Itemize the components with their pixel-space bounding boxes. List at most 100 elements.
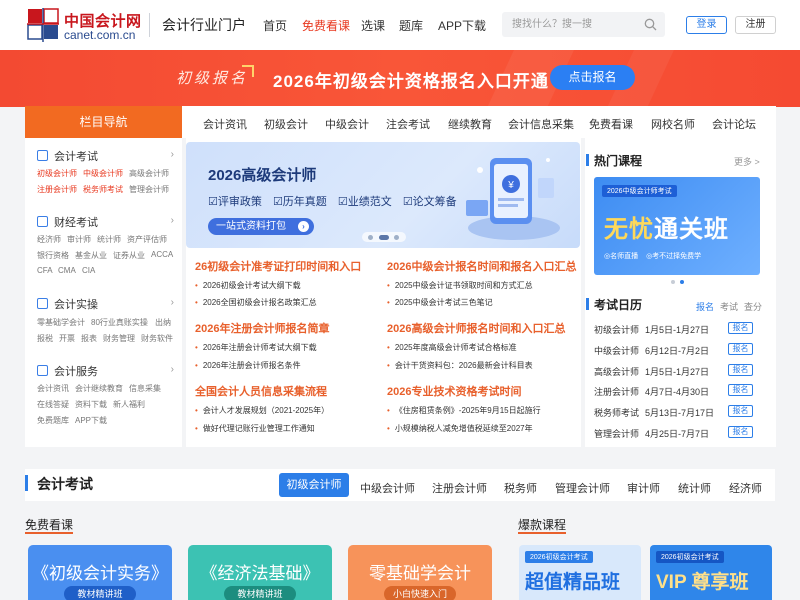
calendar-tab-signup[interactable]: 报名 [696,300,714,313]
sidebar-group-title[interactable]: 会计服务 [37,363,98,379]
news-headline[interactable]: 26初级会计准考证打印时间和入口 [195,258,361,274]
news-item[interactable]: 2026初级会计考试大纲下载 [195,280,301,291]
hot-course-card[interactable]: 2026初级会计考试 VIP 尊享班 [650,545,772,600]
calendar-signup-button[interactable]: 报名 [728,322,753,334]
promo-dot[interactable] [671,280,675,284]
registration-banner[interactable]: 初级报名 2026年初级会计资格报名入口开通 点击报名 [0,50,800,107]
hot-course-card[interactable]: 2026初级会计考试 超值精品班 [519,545,641,600]
sidebar-link[interactable]: 统计师 [97,234,121,245]
carousel-dot[interactable] [368,235,373,240]
sidebar-link[interactable]: 银行资格 [37,250,69,261]
free-course-card[interactable]: 《经济法基础》 教材精讲班 [188,545,332,600]
slide-cta-button[interactable]: 一站式资料打包 › [208,218,314,235]
chevron-right-icon[interactable]: › [171,215,174,226]
topnav-question-bank[interactable]: 题库 [399,17,423,34]
exam-tab-active[interactable]: 初级会计师 [279,473,349,497]
catnav-item[interactable]: 会计信息采集 [508,116,574,132]
sidebar-link[interactable]: 基金从业 [75,250,107,261]
sidebar-link[interactable]: 管理会计师 [129,184,169,195]
catnav-item[interactable]: 会计论坛 [712,116,756,132]
calendar-signup-button[interactable]: 报名 [728,343,753,355]
sidebar-link[interactable]: 信息采集 [129,383,161,394]
catnav-item[interactable]: 网校名师 [651,116,695,132]
news-item[interactable]: 2025年度高级会计师考试合格标准 [387,342,517,353]
topnav-choose-course[interactable]: 选课 [361,17,385,34]
calendar-tab-exam[interactable]: 考试 [720,300,738,313]
sidebar-link[interactable]: 报税 [37,333,53,344]
news-headline[interactable]: 2026高级会计师报名时间和入口汇总 [387,320,565,336]
sidebar-group-title[interactable]: 会计实操 [37,296,98,312]
site-logo[interactable]: 中国会计网 canet.com.cn [27,8,141,42]
sidebar-link[interactable]: 在线答疑 [37,399,69,410]
free-course-card[interactable]: 零基础学会计 小白快速入门 [348,545,492,600]
sidebar-link[interactable]: CFA [37,266,53,275]
news-headline[interactable]: 2026年注册会计师报名简章 [195,320,329,336]
sidebar-group-title[interactable]: 会计考试 [37,148,98,164]
catnav-item[interactable]: 继续教育 [448,116,492,132]
sidebar-link[interactable]: 财务管理 [103,333,135,344]
news-item[interactable]: 会计干货资料包：2026最新会计科目表 [387,360,533,371]
search-icon[interactable] [644,18,657,31]
news-headline[interactable]: 2026中级会计报名时间和报名入口汇总 [387,258,576,274]
calendar-signup-button[interactable]: 报名 [728,384,753,396]
calendar-signup-button[interactable]: 报名 [728,364,753,376]
exam-tab[interactable]: 经济师 [729,480,762,496]
banner-signup-button[interactable]: 点击报名 [550,65,635,90]
topnav-app-download[interactable]: APP下载 [438,17,486,34]
exam-tab[interactable]: 统计师 [678,480,711,496]
news-item[interactable]: 做好代理记账行业管理工作通知 [195,423,315,434]
sidebar-link[interactable]: 开票 [59,333,75,344]
sidebar-link[interactable]: ACCA [151,250,173,259]
calendar-signup-button[interactable]: 报名 [728,405,753,417]
sidebar-link[interactable]: APP下载 [75,415,107,426]
sidebar-link[interactable]: 资产评估师 [127,234,167,245]
exam-tab[interactable]: 中级会计师 [360,480,415,496]
news-item[interactable]: 2026全国初级会计报名政策汇总 [195,297,317,308]
news-item[interactable]: 会计人才发展规划（2021-2025年） [195,405,329,416]
sidebar-link[interactable]: 证券从业 [113,250,145,261]
sidebar-group-title[interactable]: 财经考试 [37,214,98,230]
sidebar-link[interactable]: 免费题库 [37,415,69,426]
search-input[interactable] [512,16,637,33]
exam-tab[interactable]: 税务师 [504,480,537,496]
free-course-card[interactable]: 《初级会计实务》 教材精讲班 [28,545,172,600]
chevron-right-icon[interactable]: › [171,364,174,375]
news-item[interactable]: 2026年注册会计师考试大纲下载 [195,342,317,353]
sidebar-link[interactable]: 高级会计师 [129,168,169,179]
calendar-signup-button[interactable]: 报名 [728,426,753,438]
catnav-item[interactable]: 注会考试 [386,116,430,132]
exam-tab[interactable]: 管理会计师 [555,480,610,496]
news-item[interactable]: 2025中级会计考试三色笔记 [387,297,493,308]
news-headline[interactable]: 全国会计人员信息采集流程 [195,383,327,399]
topnav-home[interactable]: 首页 [263,17,287,34]
news-item[interactable]: 小规模纳税人减免增值税延续至2027年 [387,423,533,434]
chevron-right-icon[interactable]: › [171,297,174,308]
catnav-item[interactable]: 中级会计 [325,116,369,132]
sidebar-link[interactable]: 会计继续教育 [75,383,123,394]
sidebar-link[interactable]: 会计资讯 [37,383,69,394]
sidebar-link[interactable]: CIA [82,266,95,275]
promo-course-card[interactable]: 2026中级会计师考试 无忧通关班 ◎名师直播 ◎考不过择免费学 [594,177,760,275]
topnav-free-courses[interactable]: 免费看课 [302,17,350,34]
news-item[interactable]: 《住房租赁条例》-2025年9月15日起施行 [387,405,541,416]
sidebar-link[interactable]: 80行业真账实操 [91,317,148,328]
carousel-dot[interactable] [394,235,399,240]
news-item[interactable]: 2026年注册会计师报名条件 [195,360,301,371]
sidebar-link[interactable]: 零基础学会计 [37,317,85,328]
sidebar-link[interactable]: 出纳 [155,317,171,328]
exam-tab[interactable]: 注册会计师 [432,480,487,496]
sidebar-link[interactable]: CMA [58,266,76,275]
carousel-dot-active[interactable] [379,235,389,240]
sidebar-link[interactable]: 资料下载 [75,399,107,410]
catnav-item[interactable]: 初级会计 [264,116,308,132]
sidebar-link[interactable]: 审计师 [67,234,91,245]
more-link[interactable]: 更多 > [734,155,760,168]
sidebar-link[interactable]: 财务软件 [141,333,173,344]
sidebar-link[interactable]: 报表 [81,333,97,344]
register-button[interactable]: 注册 [735,16,776,34]
catnav-item[interactable]: 会计资讯 [203,116,247,132]
sidebar-link[interactable]: 新人福利 [113,399,145,410]
news-item[interactable]: 2025中级会计证书领取时间和方式汇总 [387,280,533,291]
news-headline[interactable]: 2026专业技术资格考试时间 [387,383,521,399]
catnav-item[interactable]: 免费看课 [589,116,633,132]
